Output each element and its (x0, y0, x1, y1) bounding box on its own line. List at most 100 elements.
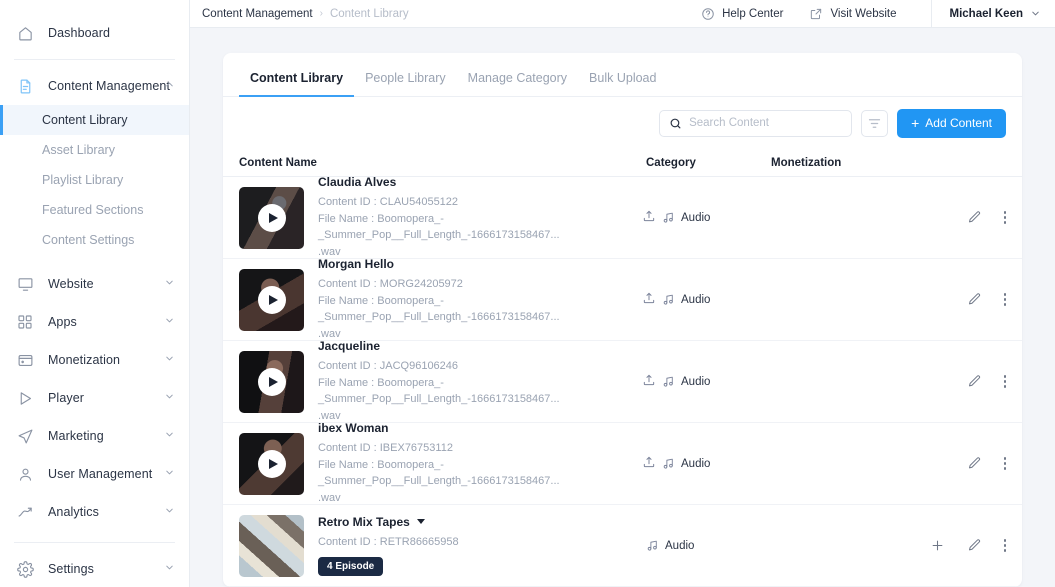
user-menu[interactable]: Michael Keen (931, 0, 1042, 28)
sidebar-item-label: Website (48, 277, 94, 291)
sidebar-item-content-settings[interactable]: Content Settings (0, 225, 189, 255)
column-header-category: Category (646, 157, 771, 169)
sidebar-item-player[interactable]: Player (0, 379, 189, 417)
play-triangle-icon (269, 459, 278, 469)
sidebar-item-content-library[interactable]: Content Library (0, 105, 189, 135)
chevron-down-icon[interactable] (164, 465, 175, 483)
row-title: Jacqueline (318, 339, 646, 353)
edit-button[interactable] (967, 374, 982, 389)
document-icon (16, 77, 34, 95)
sidebar-item-analytics[interactable]: Analytics (0, 493, 189, 531)
content-thumbnail[interactable] (239, 187, 304, 249)
play-outline-icon (16, 389, 34, 407)
toolbar: + Add Content (223, 97, 1022, 149)
table-row[interactable]: Morgan HelloContent ID : MORG24205972Fil… (223, 259, 1022, 341)
expand-caret-icon[interactable] (417, 519, 425, 524)
chevron-down-icon[interactable] (164, 313, 175, 331)
breadcrumb-current: Content Library (330, 8, 409, 20)
breadcrumb-parent[interactable]: Content Management (202, 8, 313, 20)
chevron-down-icon[interactable] (164, 275, 175, 293)
cell-content-name: Claudia AlvesContent ID : CLAU54055122Fi… (239, 177, 646, 260)
column-header-monetization: Monetization (771, 157, 896, 169)
more-options-button[interactable] (1004, 539, 1007, 552)
chevron-down-icon[interactable] (164, 503, 175, 521)
sidebar-item-label: Dashboard (48, 26, 110, 40)
play-button[interactable] (258, 450, 286, 478)
table-row[interactable]: Retro Mix TapesContent ID : RETR86665958… (223, 505, 1022, 587)
visit-website-button[interactable]: Visit Website (809, 7, 896, 21)
tab-label: Bulk Upload (589, 71, 656, 85)
content-card: Content Library People Library Manage Ca… (223, 53, 1022, 587)
cell-content-name: ibex WomanContent ID : IBEX76753112File … (239, 421, 646, 506)
add-content-button[interactable]: + Add Content (897, 109, 1006, 138)
more-options-button[interactable] (1004, 375, 1007, 388)
play-button[interactable] (258, 204, 286, 232)
breadcrumb-separator-icon: › (320, 8, 323, 19)
cell-content-name: Retro Mix TapesContent ID : RETR86665958… (239, 515, 646, 577)
sidebar-item-asset-library[interactable]: Asset Library (0, 135, 189, 165)
sidebar-item-settings[interactable]: Settings (0, 550, 189, 587)
sidebar-item-featured-sections[interactable]: Featured Sections (0, 195, 189, 225)
tab-manage-category[interactable]: Manage Category (457, 71, 578, 96)
tab-content-library[interactable]: Content Library (239, 71, 354, 96)
chevron-down-icon (1030, 8, 1041, 19)
upload-button[interactable] (642, 373, 656, 390)
upload-button[interactable] (642, 455, 656, 472)
upload-icon (642, 373, 656, 387)
help-center-label: Help Center (722, 8, 783, 20)
sidebar-item-label: Settings (48, 562, 94, 576)
help-center-button[interactable]: Help Center (701, 7, 783, 21)
chevron-up-icon[interactable] (164, 77, 175, 95)
sidebar-item-user-management[interactable]: User Management (0, 455, 189, 493)
cell-actions (896, 292, 1006, 307)
cell-category: Audio (646, 539, 771, 552)
sidebar-section-content-management[interactable]: Content Management (0, 67, 189, 105)
row-file-name: File Name : Boomopera_-_Summer_Pop__Full… (318, 375, 646, 408)
music-note-icon (662, 375, 675, 388)
sidebar-item-website[interactable]: Website (0, 265, 189, 303)
add-episode-button[interactable] (930, 538, 945, 553)
sidebar-item-label: Analytics (48, 505, 99, 519)
more-options-button[interactable] (1004, 293, 1007, 306)
upload-button[interactable] (642, 209, 656, 226)
search-input[interactable] (689, 117, 842, 129)
play-button[interactable] (258, 368, 286, 396)
chevron-down-icon[interactable] (164, 389, 175, 407)
more-options-button[interactable] (1004, 211, 1007, 224)
content-thumbnail[interactable] (239, 269, 304, 331)
sidebar-item-label: Apps (48, 315, 77, 329)
music-note-icon (662, 211, 675, 224)
sidebar-item-monetization[interactable]: Monetization (0, 341, 189, 379)
row-title-text: ibex Woman (318, 421, 388, 435)
more-options-button[interactable] (1004, 457, 1007, 470)
table-row[interactable]: Claudia AlvesContent ID : CLAU54055122Fi… (223, 177, 1022, 259)
play-button[interactable] (258, 286, 286, 314)
search-box[interactable] (659, 110, 852, 137)
table-row[interactable]: JacquelineContent ID : JACQ96106246File … (223, 341, 1022, 423)
row-title-text: Jacqueline (318, 339, 380, 353)
sidebar-item-marketing[interactable]: Marketing (0, 417, 189, 455)
category-label: Audio (681, 212, 710, 224)
table-row[interactable]: ibex WomanContent ID : IBEX76753112File … (223, 423, 1022, 505)
sidebar-item-apps[interactable]: Apps (0, 303, 189, 341)
chevron-down-icon[interactable] (164, 427, 175, 445)
tab-people-library[interactable]: People Library (354, 71, 457, 96)
tab-bulk-upload[interactable]: Bulk Upload (578, 71, 667, 96)
content-thumbnail[interactable] (239, 433, 304, 495)
content-thumbnail[interactable] (239, 351, 304, 413)
app-root: Dashboard Content Management Content Lib… (0, 0, 1055, 587)
edit-button[interactable] (967, 538, 982, 553)
sidebar-item-dashboard[interactable]: Dashboard (0, 14, 189, 52)
chevron-down-icon[interactable] (164, 560, 175, 578)
edit-button[interactable] (967, 456, 982, 471)
edit-button[interactable] (967, 292, 982, 307)
sidebar: Dashboard Content Management Content Lib… (0, 0, 190, 587)
filter-button[interactable] (861, 110, 888, 137)
content-thumbnail[interactable] (239, 515, 304, 577)
edit-button[interactable] (967, 210, 982, 225)
upload-button[interactable] (642, 291, 656, 308)
sidebar-item-playlist-library[interactable]: Playlist Library (0, 165, 189, 195)
content-meta: JacquelineContent ID : JACQ96106246File … (318, 339, 646, 424)
chevron-down-icon[interactable] (164, 351, 175, 369)
category-label: Audio (681, 294, 710, 306)
